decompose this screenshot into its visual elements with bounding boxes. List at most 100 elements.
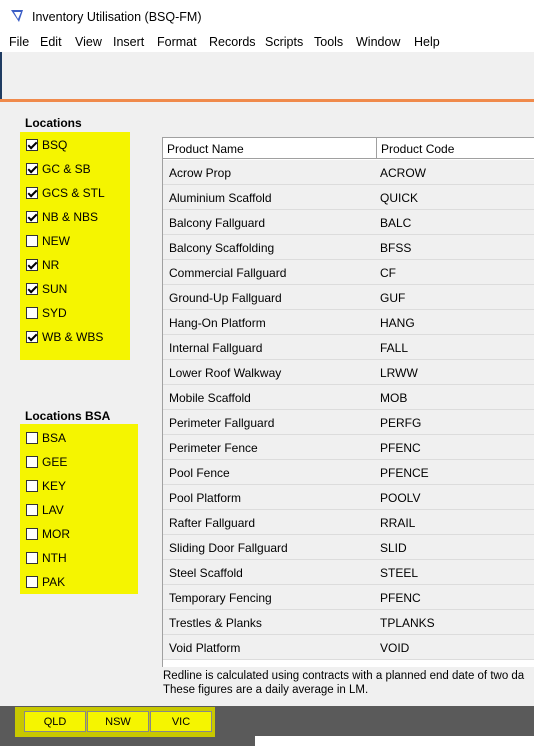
checkbox-label: LAV [42,503,64,517]
product-name-cell: Pool Fence [169,466,230,480]
location-checkbox-key[interactable]: KEY [26,477,66,495]
product-name-cell: Internal Fallguard [169,341,263,355]
location-checkbox-lav[interactable]: LAV [26,501,64,519]
checkbox-checked-icon[interactable] [26,187,38,199]
table-row[interactable]: Mobile Scaffold MOB [163,385,534,410]
table-row[interactable]: Rafter Fallguard RRAIL [163,510,534,535]
product-name-cell: Aluminium Scaffold [169,191,272,205]
location-checkbox-nr[interactable]: NR [26,256,59,274]
menu-scripts[interactable]: Scripts [265,35,303,49]
menu-help[interactable]: Help [414,35,440,49]
checkbox-unchecked-icon[interactable] [26,307,38,319]
table-row[interactable]: Acrow Prop ACROW [163,160,534,185]
location-checkbox-sun[interactable]: SUN [26,280,67,298]
checkbox-unchecked-icon[interactable] [26,432,38,444]
product-code-cell: BFSS [380,241,412,255]
location-checkbox-gee[interactable]: GEE [26,453,67,471]
vic-button[interactable]: VIC [150,711,212,732]
checkbox-checked-icon[interactable] [26,259,38,271]
menu-insert[interactable]: Insert [113,35,144,49]
location-checkbox-new[interactable]: NEW [26,232,70,250]
checkbox-unchecked-icon[interactable] [26,576,38,588]
location-checkbox-mor[interactable]: MOR [26,525,70,543]
location-checkbox-syd[interactable]: SYD [26,304,67,322]
checkbox-unchecked-icon[interactable] [26,504,38,516]
product-name-cell: Sliding Door Fallguard [169,541,288,555]
product-code-cell: ACROW [380,166,426,180]
product-name-cell: Balcony Fallguard [169,216,266,230]
location-checkbox-bsq[interactable]: BSQ [26,136,67,154]
table-row[interactable]: Balcony Fallguard BALC [163,210,534,235]
product-code-cell: SLID [380,541,407,555]
location-checkbox-bsa[interactable]: BSA [26,429,66,447]
checkbox-checked-icon[interactable] [26,283,38,295]
checkbox-unchecked-icon[interactable] [26,528,38,540]
location-checkbox-gc-sb[interactable]: GC & SB [26,160,91,178]
checkbox-checked-icon[interactable] [26,139,38,151]
product-name-cell: Commercial Fallguard [169,266,287,280]
table-row[interactable]: Lower Roof Walkway LRWW [163,360,534,385]
product-code-cell: TPLANKS [380,616,435,630]
location-checkbox-pak[interactable]: PAK [26,573,65,591]
menu-edit[interactable]: Edit [40,35,62,49]
checkbox-checked-icon[interactable] [26,331,38,343]
table-row[interactable]: Perimeter Fence PFENC [163,435,534,460]
checkbox-checked-icon[interactable] [26,211,38,223]
table-row[interactable]: Void Platform VOID [163,635,534,660]
product-name-cell: Ground-Up Fallguard [169,291,282,305]
menu-file[interactable]: File [9,35,29,49]
product-name-cell: Steel Scaffold [169,566,243,580]
locations-heading: Locations [25,116,82,130]
title-bar: Inventory Utilisation (BSQ-FM) [0,0,534,32]
product-code-cell: PERFG [380,416,422,430]
product-code-cell: PFENCE [380,466,429,480]
table-row[interactable]: Perimeter Fallguard PERFG [163,410,534,435]
table-row[interactable]: Hang-On Platform HANG [163,310,534,335]
table-row[interactable]: Internal Fallguard FALL [163,335,534,360]
location-checkbox-nth[interactable]: NTH [26,549,67,567]
locations-bsa-heading: Locations BSA [25,409,111,423]
table-row[interactable]: Pool Platform POOLV [163,485,534,510]
menu-view[interactable]: View [75,35,102,49]
column-header-product-code[interactable]: Product Code [377,138,534,159]
product-name-cell: Balcony Scaffolding [169,241,275,255]
nsw-button[interactable]: NSW [87,711,149,732]
checkbox-checked-icon[interactable] [26,163,38,175]
product-code-cell: BALC [380,216,412,230]
location-checkbox-wb-wbs[interactable]: WB & WBS [26,328,103,346]
table-row[interactable]: Ground-Up Fallguard GUF [163,285,534,310]
product-code-cell: RRAIL [380,516,416,530]
product-code-cell: PFENC [380,591,421,605]
table-row[interactable]: Pool Fence PFENCE [163,460,534,485]
column-header-product-name[interactable]: Product Name [163,138,377,159]
table-row[interactable]: Commercial Fallguard CF [163,260,534,285]
checkbox-unchecked-icon[interactable] [26,480,38,492]
product-name-cell: Pool Platform [169,491,242,505]
menu-format[interactable]: Format [157,35,197,49]
menu-records[interactable]: Records [209,35,256,49]
product-code-cell: STEEL [380,566,419,580]
checkbox-label: MOR [42,527,70,541]
table-row[interactable]: Steel Scaffold STEEL [163,560,534,585]
location-checkbox-gcs-stl[interactable]: GCS & STL [26,184,105,202]
checkbox-label: PAK [42,575,66,589]
footnote-line-2: These figures are a daily average in LM. [163,684,369,696]
window-title: Inventory Utilisation (BSQ-FM) [32,10,202,24]
table-row[interactable]: Sliding Door Fallguard SLID [163,535,534,560]
locations-panel: BSQ GC & SB GCS & STL NB & NBS NEW NR SU… [20,132,130,360]
location-checkbox-nb-nbs[interactable]: NB & NBS [26,208,98,226]
checkbox-unchecked-icon[interactable] [26,456,38,468]
checkbox-unchecked-icon[interactable] [26,235,38,247]
table-row[interactable]: Trestles & Planks TPLANKS [163,610,534,635]
product-code-cell: LRWW [380,366,418,380]
table-row[interactable]: Aluminium Scaffold QUICK [163,185,534,210]
table-row[interactable]: Balcony Scaffolding BFSS [163,235,534,260]
locations-bsa-panel: BSA GEE KEY LAV MOR NTH PAK [20,424,138,594]
menu-window[interactable]: Window [356,35,400,49]
checkbox-label: KEY [42,479,67,493]
app-icon [11,10,23,22]
qld-button[interactable]: QLD [24,711,86,732]
menu-tools[interactable]: Tools [314,35,343,49]
checkbox-unchecked-icon[interactable] [26,552,38,564]
table-row[interactable]: Temporary Fencing PFENC [163,585,534,610]
